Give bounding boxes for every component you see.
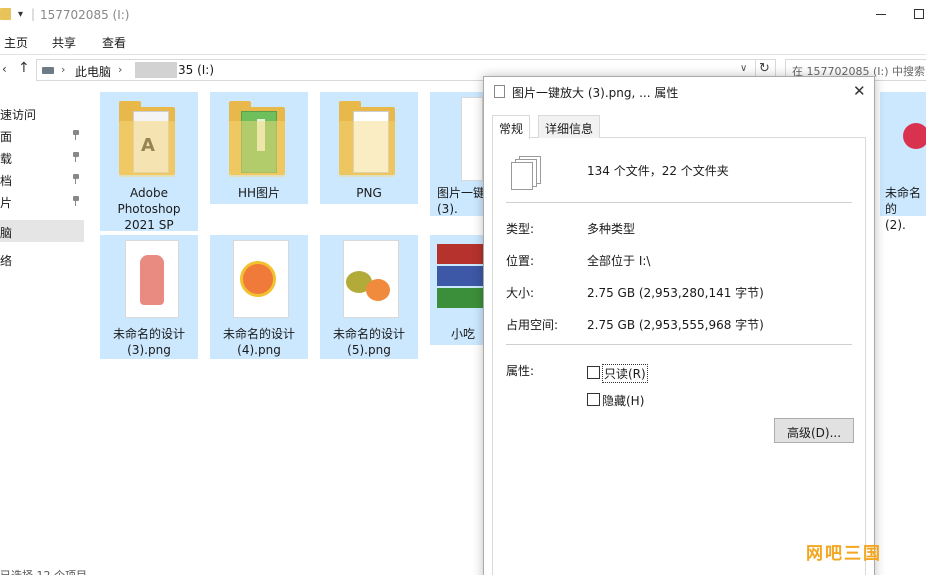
pin-icon <box>72 174 80 184</box>
sidebar-item-label: 载 <box>0 152 13 166</box>
multiple-files-icon <box>511 156 543 190</box>
sidebar-item-label: 速访问 <box>0 108 37 122</box>
sidebar-item-label: 片 <box>0 196 13 210</box>
tab-share[interactable]: 共享 <box>52 34 76 51</box>
quick-access-dropdown-icon[interactable]: ▾ <box>18 9 23 20</box>
size-on-disk-label: 占用空间: <box>506 318 559 332</box>
folder-icon <box>229 101 289 179</box>
up-arrow-icon[interactable]: ↑ <box>18 60 30 76</box>
sidebar-item-documents[interactable]: 档 <box>0 168 84 190</box>
drive-icon <box>42 67 54 74</box>
file-item-image[interactable]: 未命名的 (2). <box>880 92 926 232</box>
redacted-region <box>135 62 177 78</box>
file-item-folder[interactable]: PNG <box>320 92 418 204</box>
attributes-label: 属性: <box>506 364 535 378</box>
folder-icon <box>339 101 399 179</box>
size-label: 大小: <box>506 286 535 300</box>
divider <box>506 202 852 203</box>
sidebar-item-label: 络 <box>0 254 13 268</box>
file-icon <box>494 85 505 98</box>
title-separator: | <box>31 7 36 21</box>
breadcrumb-drive[interactable]: 35 (I:) <box>178 63 214 77</box>
file-item-label: HH图片 <box>237 186 281 200</box>
folder-icon <box>0 8 11 20</box>
breadcrumb-this-pc[interactable]: 此电脑 <box>75 63 111 80</box>
hidden-label[interactable]: 隐藏(H) <box>602 392 644 409</box>
dialog-tab-strip: 常规 详细信息 <box>492 115 866 139</box>
file-item-label: 小吃 <box>451 327 476 341</box>
pin-icon <box>72 196 80 206</box>
file-item-image[interactable]: 未命名的设计 (5).png <box>320 235 418 359</box>
sidebar-item-network[interactable]: 络 <box>0 248 84 270</box>
flower-image-thumbnail <box>903 123 926 149</box>
sidebar-item-label: 面 <box>0 130 13 144</box>
refresh-icon[interactable]: ↻ <box>759 61 770 76</box>
address-dropdown-icon[interactable]: ∨ <box>740 63 747 74</box>
advanced-button[interactable]: 高级(D)... <box>774 418 854 443</box>
navigation-pane: 速访问 面 载 档 片 脑 络 <box>0 100 88 300</box>
sidebar-item-this-pc[interactable]: 脑 <box>0 220 84 242</box>
file-item-archive[interactable]: 小吃 <box>430 235 485 345</box>
selection-summary: 134 个文件，22 个文件夹 <box>587 164 729 178</box>
chevron-right-icon[interactable]: › <box>61 63 65 76</box>
file-item-label: 未命名的设计 (3).png <box>112 327 185 357</box>
window-title: 157702085 (I:) <box>40 8 130 22</box>
location-value: 全部位于 I:\ <box>587 254 651 268</box>
file-item-folder[interactable]: A Adobe Photoshop 2021 SP <box>100 92 198 232</box>
file-item-image[interactable]: 图片一键 (3). <box>430 92 485 216</box>
sidebar-item-quick-access[interactable]: 速访问 <box>0 102 84 124</box>
tab-details[interactable]: 详细信息 <box>538 115 601 138</box>
image-thumbnail <box>125 240 179 318</box>
sidebar-item-downloads[interactable]: 载 <box>0 146 84 168</box>
chevron-right-icon[interactable]: › <box>118 63 122 76</box>
size-on-disk-value: 2.75 GB (2,953,555,968 字节) <box>587 318 764 332</box>
title-bar: ▾ | 157702085 (I:) <box>0 0 926 30</box>
dialog-title: 图片一键放大 (3).png, ... 属性 <box>512 86 679 100</box>
image-thumbnail <box>343 240 399 318</box>
divider <box>506 344 852 345</box>
properties-dialog: 图片一键放大 (3).png, ... 属性 ✕ 常规 详细信息 134 个文件… <box>483 76 875 575</box>
maximize-button[interactable] <box>914 9 924 19</box>
sidebar-item-label: 脑 <box>0 226 13 240</box>
tab-view[interactable]: 查看 <box>102 34 126 51</box>
pin-icon <box>72 152 80 162</box>
tab-home[interactable]: 主页 <box>4 34 28 51</box>
location-label: 位置: <box>506 254 535 268</box>
pin-icon <box>72 130 80 140</box>
dialog-body: 134 个文件，22 个文件夹 类型: 多种类型 位置: 全部位于 I:\ 大小… <box>492 138 866 575</box>
file-item-folder[interactable]: HH图片 <box>210 92 308 204</box>
file-item-image[interactable]: 未命名的设计 (3).png <box>100 235 198 359</box>
minimize-button[interactable] <box>876 8 888 20</box>
file-item-label: 未命名的设计 (4).png <box>222 327 295 357</box>
type-value: 多种类型 <box>587 222 636 236</box>
file-item-label: 未命名的设计 (5).png <box>332 327 405 357</box>
hidden-checkbox[interactable] <box>587 393 600 406</box>
readonly-checkbox[interactable] <box>587 366 600 379</box>
status-bar-text: 已选择 12 个项目 <box>0 567 87 575</box>
watermark-logo: 网吧三国 <box>806 544 882 564</box>
file-item-label: 未命名的 (2). <box>885 186 922 232</box>
file-item-image[interactable]: 未命名的设计 (4).png <box>210 235 308 359</box>
sidebar-item-desktop[interactable]: 面 <box>0 124 84 146</box>
file-item-label: PNG <box>356 186 382 200</box>
image-thumbnail <box>233 240 289 318</box>
back-chevron-icon[interactable]: ‹ <box>2 62 7 76</box>
sidebar-item-pictures[interactable]: 片 <box>0 190 84 212</box>
winrar-archive-icon <box>437 244 483 314</box>
folder-icon: A <box>119 101 179 179</box>
file-item-label: Adobe Photoshop 2021 SP <box>117 186 181 232</box>
tab-general[interactable]: 常规 <box>492 115 531 139</box>
close-icon[interactable]: ✕ <box>853 82 866 100</box>
sidebar-item-label: 档 <box>0 174 13 188</box>
readonly-label[interactable]: 只读(R) <box>602 364 648 383</box>
ribbon: 主页 共享 查看 <box>0 30 926 55</box>
file-item-label: 图片一键 (3). <box>437 186 486 216</box>
size-value: 2.75 GB (2,953,280,141 字节) <box>587 286 764 300</box>
image-thumbnail <box>461 97 483 181</box>
type-label: 类型: <box>506 222 535 236</box>
